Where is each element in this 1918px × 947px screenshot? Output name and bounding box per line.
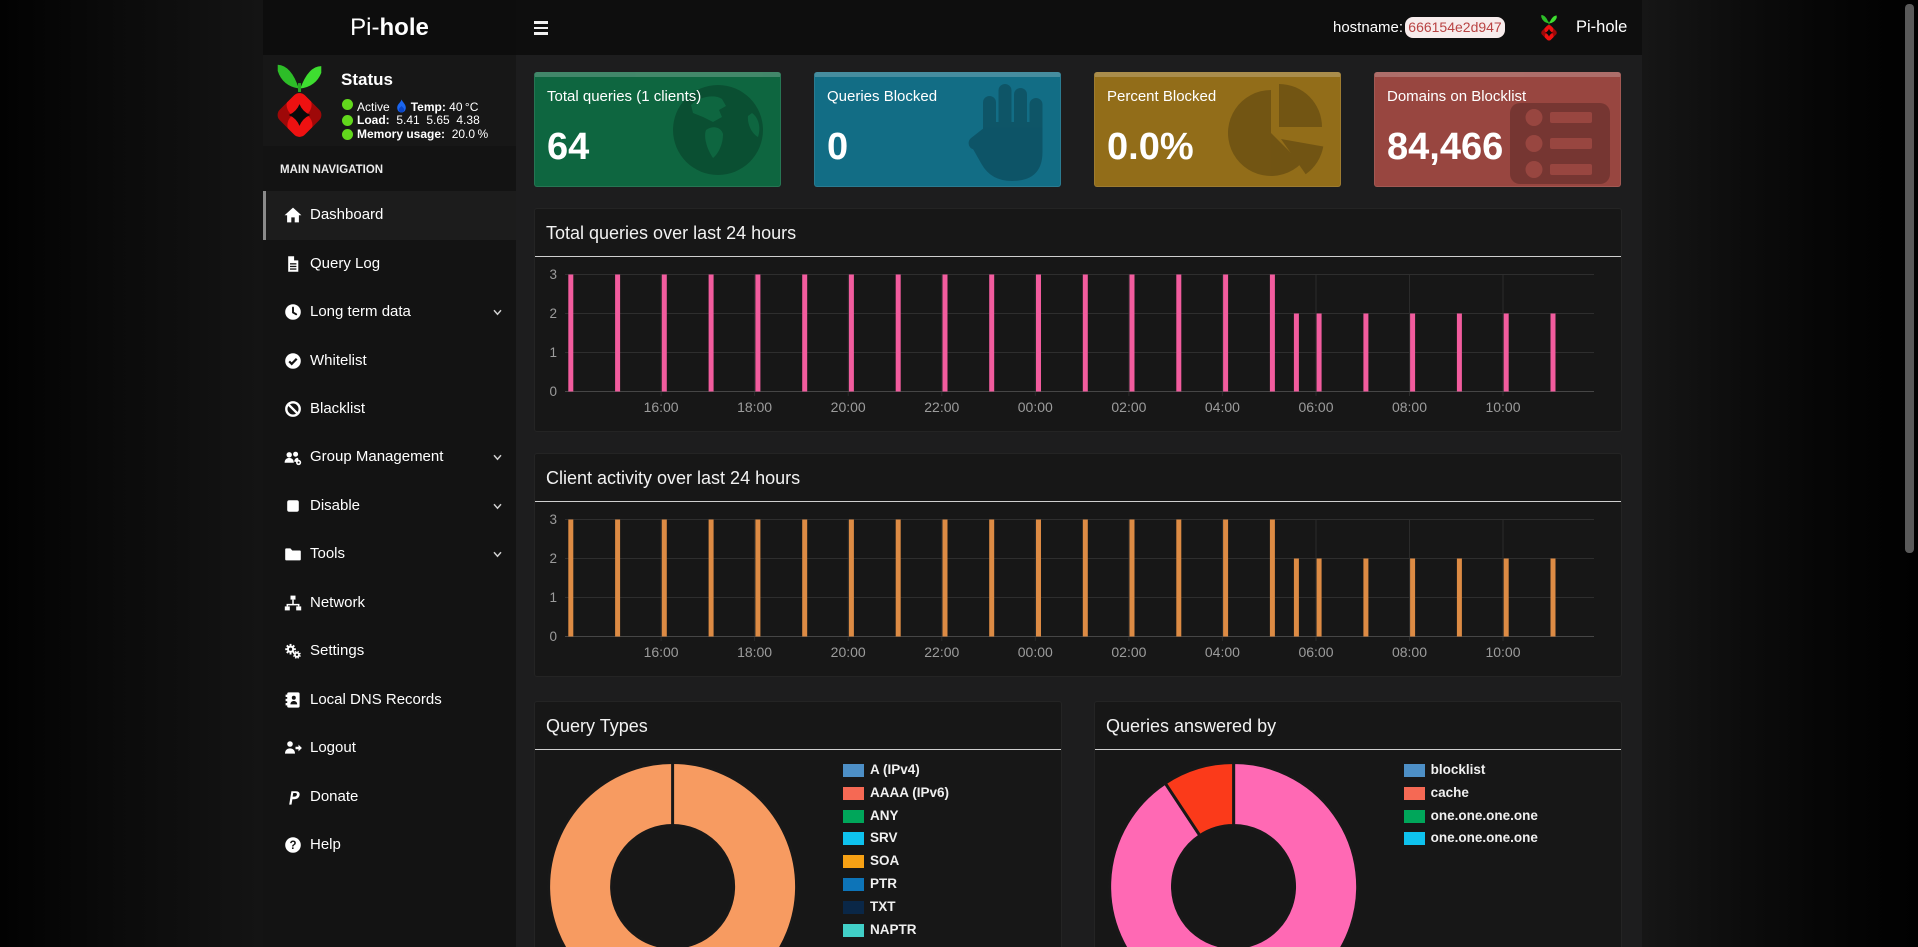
svg-text:2: 2 bbox=[549, 551, 557, 566]
svg-text:1: 1 bbox=[549, 345, 557, 360]
svg-text:16:00: 16:00 bbox=[644, 644, 679, 660]
svg-text:00:00: 00:00 bbox=[1018, 399, 1053, 415]
svg-text:0: 0 bbox=[549, 629, 557, 644]
svg-text:20:00: 20:00 bbox=[831, 399, 866, 415]
svg-text:18:00: 18:00 bbox=[737, 399, 772, 415]
svg-text:00:00: 00:00 bbox=[1018, 644, 1053, 660]
svg-text:22:00: 22:00 bbox=[924, 644, 959, 660]
svg-text:22:00: 22:00 bbox=[924, 399, 959, 415]
svg-text:08:00: 08:00 bbox=[1392, 399, 1427, 415]
svg-text:06:00: 06:00 bbox=[1298, 644, 1333, 660]
svg-text:20:00: 20:00 bbox=[831, 644, 866, 660]
svg-text:04:00: 04:00 bbox=[1205, 399, 1240, 415]
svg-text:?: ? bbox=[289, 840, 296, 852]
svg-text:02:00: 02:00 bbox=[1111, 399, 1146, 415]
svg-text:18:00: 18:00 bbox=[737, 644, 772, 660]
svg-text:0: 0 bbox=[549, 384, 557, 399]
svg-text:10:00: 10:00 bbox=[1485, 399, 1520, 415]
svg-text:1: 1 bbox=[549, 590, 557, 605]
svg-text:2: 2 bbox=[549, 306, 557, 321]
svg-text:3: 3 bbox=[549, 267, 557, 282]
svg-text:16:00: 16:00 bbox=[644, 399, 679, 415]
svg-text:04:00: 04:00 bbox=[1205, 644, 1240, 660]
svg-text:02:00: 02:00 bbox=[1111, 644, 1146, 660]
svg-text:10:00: 10:00 bbox=[1485, 644, 1520, 660]
svg-text:08:00: 08:00 bbox=[1392, 644, 1427, 660]
svg-text:3: 3 bbox=[549, 512, 557, 527]
svg-text:06:00: 06:00 bbox=[1298, 399, 1333, 415]
